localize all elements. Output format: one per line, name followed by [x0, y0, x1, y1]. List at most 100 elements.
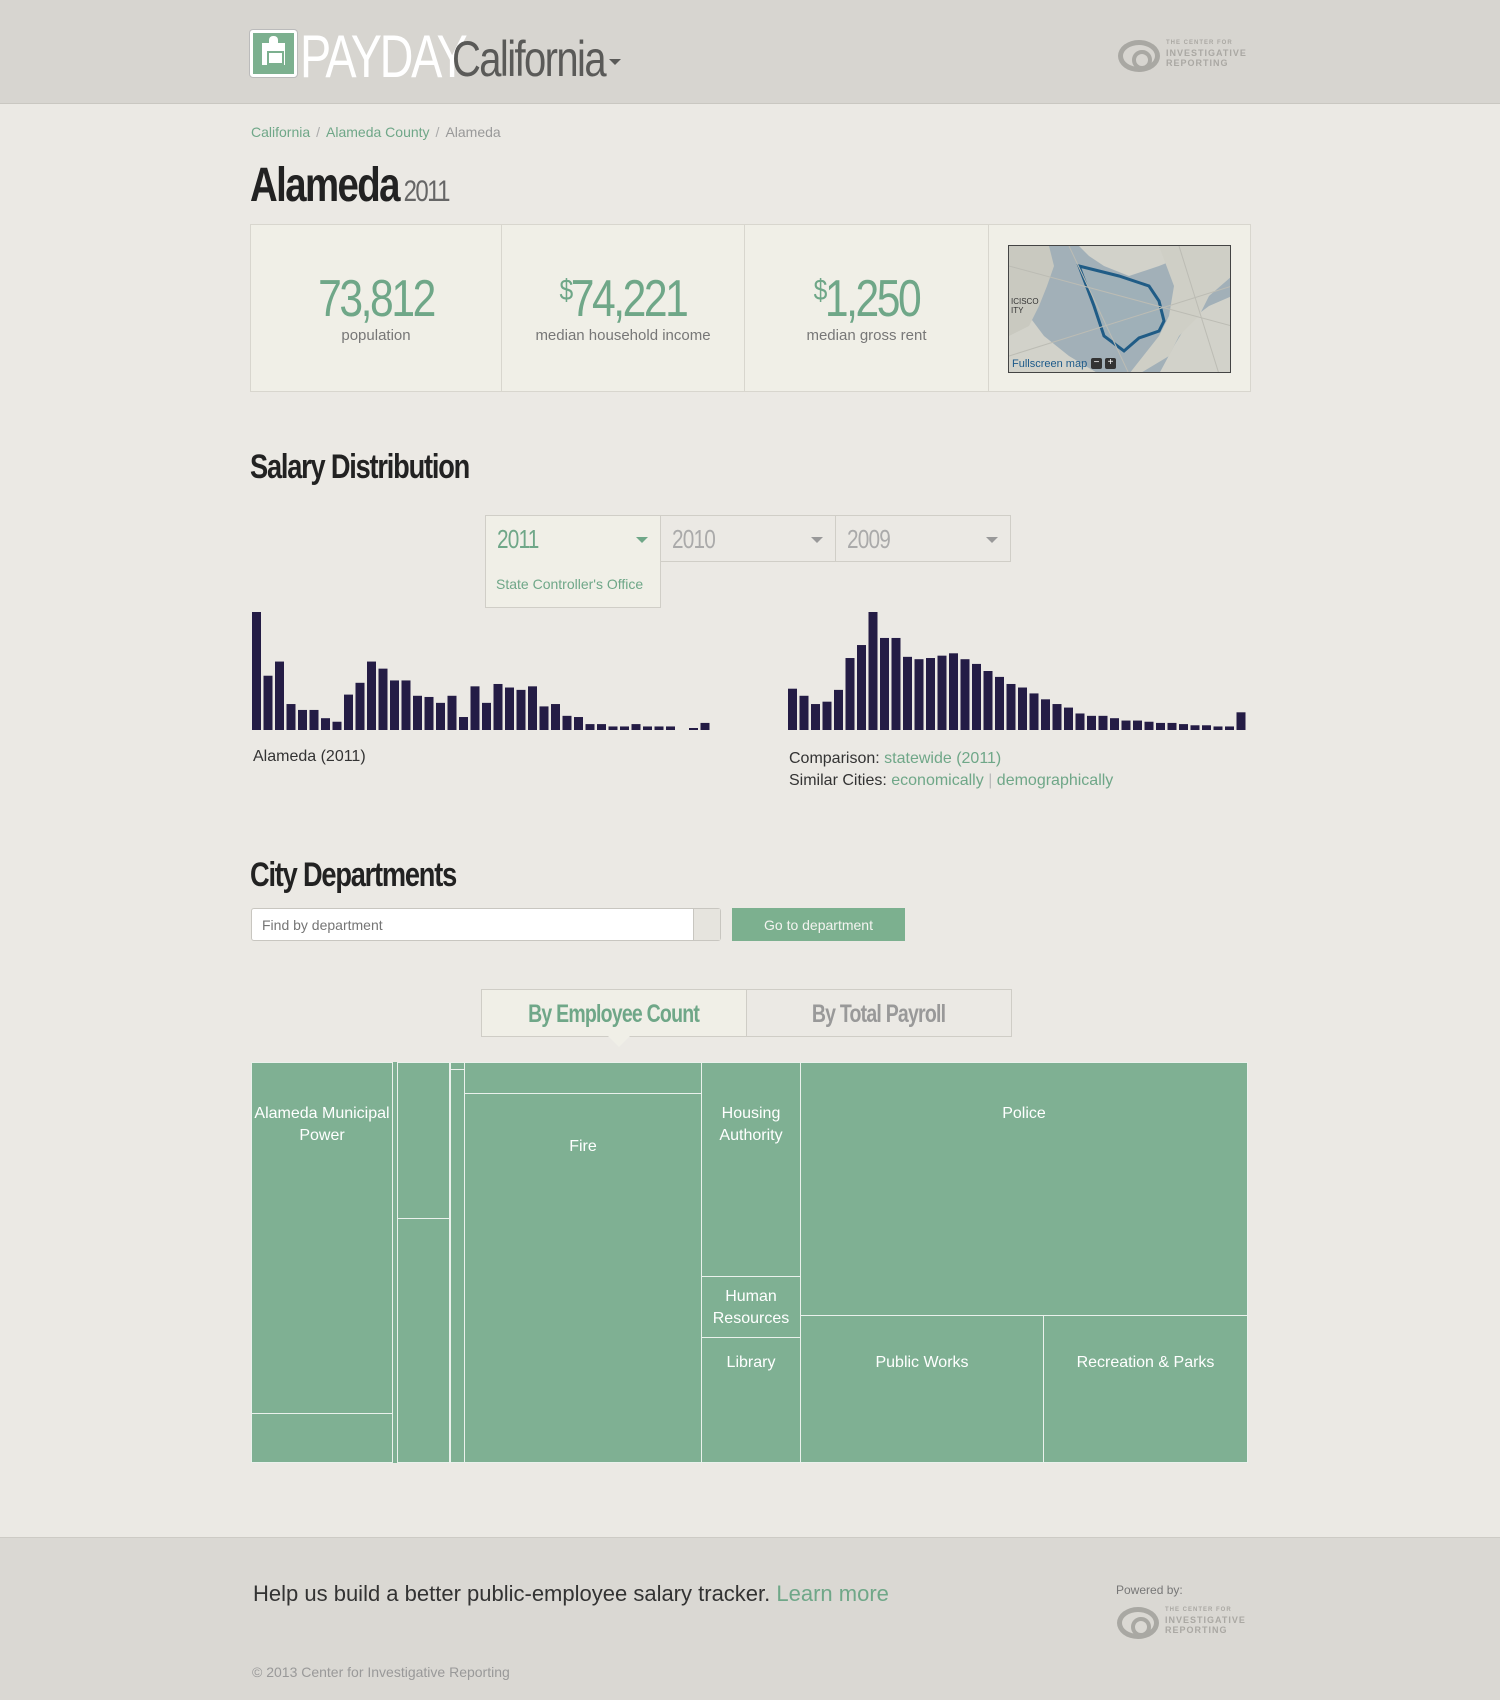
histogram-bar[interactable]: [516, 689, 526, 730]
histogram-bar[interactable]: [1202, 725, 1211, 730]
treemap-cell-public-works[interactable]: Public Works: [800, 1315, 1044, 1463]
histogram-bar[interactable]: [811, 704, 820, 730]
treemap-cell-housing-authority[interactable]: Housing Authority: [701, 1062, 801, 1277]
histogram-bar[interactable]: [834, 689, 843, 730]
treemap-cell-recreation-parks[interactable]: Recreation & Parks: [1043, 1315, 1248, 1463]
histogram-bar[interactable]: [1121, 720, 1131, 730]
learn-more-link[interactable]: Learn more: [776, 1581, 889, 1606]
treemap-cell[interactable]: [397, 1218, 450, 1463]
histogram-bar[interactable]: [960, 659, 970, 730]
histogram-bar[interactable]: [401, 680, 411, 730]
treemap-cell[interactable]: [397, 1062, 450, 1219]
histogram-bar[interactable]: [1225, 726, 1234, 730]
histogram-bar[interactable]: [528, 686, 537, 730]
histogram-bar[interactable]: [1041, 699, 1050, 730]
histogram-bar[interactable]: [459, 717, 468, 730]
histogram-bar[interactable]: [799, 695, 809, 730]
histogram-bar[interactable]: [252, 612, 261, 730]
chevron-down-icon[interactable]: [609, 59, 621, 65]
histogram-bar[interactable]: [972, 663, 981, 730]
brand-name[interactable]: PAYDAY: [300, 22, 468, 91]
histogram-bar[interactable]: [1075, 713, 1085, 730]
histogram-bar[interactable]: [654, 726, 664, 730]
treemap-cell-police[interactable]: Police: [800, 1062, 1248, 1316]
histogram-bar[interactable]: [1179, 724, 1188, 730]
histogram-bar[interactable]: [903, 656, 912, 730]
histogram-bar[interactable]: [470, 686, 480, 730]
histogram-bar[interactable]: [493, 683, 503, 730]
histogram-bar[interactable]: [1110, 718, 1119, 730]
tab-by-total-payroll[interactable]: By Total Payroll: [746, 989, 1012, 1037]
histogram-bar[interactable]: [355, 682, 365, 730]
capitol-logo-icon[interactable]: [250, 30, 297, 77]
histogram-bar[interactable]: [390, 680, 399, 730]
histogram-bar[interactable]: [1018, 687, 1027, 730]
histogram-bar[interactable]: [937, 655, 947, 730]
chevron-down-icon[interactable]: [636, 537, 648, 543]
histogram-bar[interactable]: [1064, 707, 1073, 730]
city-map[interactable]: ICISCO ITY Fullscreen map − +: [1008, 245, 1231, 373]
histogram-bar[interactable]: [1052, 704, 1062, 730]
cir-logo[interactable]: THE CENTER FOR INVESTIGATIVE REPORTING: [1118, 38, 1248, 78]
histogram-bar[interactable]: [845, 658, 855, 730]
histogram-bar[interactable]: [700, 722, 710, 730]
breadcrumb-state[interactable]: California: [251, 124, 310, 140]
histogram-bar[interactable]: [574, 717, 583, 730]
histogram-bar[interactable]: [643, 726, 652, 730]
zoom-in-icon[interactable]: +: [1105, 358, 1116, 369]
department-dropdown-toggle[interactable]: [693, 909, 720, 940]
tab-by-employee-count[interactable]: By Employee Count: [481, 989, 747, 1037]
fullscreen-map-link[interactable]: Fullscreen map: [1012, 358, 1087, 370]
zoom-out-icon[interactable]: −: [1091, 358, 1102, 369]
histogram-bar[interactable]: [666, 726, 675, 730]
histogram-bar[interactable]: [1098, 715, 1108, 730]
histogram-bar[interactable]: [1029, 693, 1039, 730]
histogram-bar[interactable]: [822, 701, 832, 730]
histogram-bar[interactable]: [367, 661, 376, 730]
chevron-down-icon[interactable]: [986, 537, 998, 543]
histogram-bar[interactable]: [631, 724, 641, 730]
treemap-cell-fire[interactable]: Fire: [464, 1093, 702, 1463]
histogram-bar[interactable]: [949, 653, 958, 730]
histogram-bar[interactable]: [539, 706, 549, 730]
histogram-bar[interactable]: [482, 702, 491, 730]
treemap-cell-human-resources[interactable]: Human Resources: [701, 1276, 801, 1338]
histogram-bar[interactable]: [275, 661, 284, 730]
treemap-cell[interactable]: [251, 1413, 393, 1463]
histogram-bar[interactable]: [286, 704, 296, 730]
histogram-bar[interactable]: [562, 715, 572, 730]
similar-economically-link[interactable]: economically: [891, 772, 983, 789]
similar-demographically-link[interactable]: demographically: [997, 772, 1114, 789]
histogram-bar[interactable]: [551, 704, 560, 730]
histogram-bar[interactable]: [344, 694, 353, 730]
year-tab-2009[interactable]: 2009: [835, 515, 1011, 562]
histogram-bar[interactable]: [597, 724, 606, 730]
treemap-cell[interactable]: [450, 1069, 465, 1463]
go-to-department-button[interactable]: Go to department: [732, 908, 905, 941]
histogram-bar[interactable]: [880, 637, 889, 730]
histogram-bar[interactable]: [1133, 720, 1142, 730]
histogram-bar[interactable]: [1156, 722, 1165, 730]
histogram-bar[interactable]: [413, 695, 422, 730]
state-selector[interactable]: California: [452, 30, 607, 88]
histogram-bar[interactable]: [505, 687, 514, 730]
treemap-cell-alameda-municipal-power[interactable]: Alameda Municipal Power: [251, 1062, 393, 1414]
histogram-bar[interactable]: [1144, 721, 1154, 730]
histogram-bar[interactable]: [447, 695, 457, 730]
histogram-bar[interactable]: [926, 658, 935, 730]
comparison-statewide-link[interactable]: statewide (2011): [884, 750, 1001, 767]
histogram-bar[interactable]: [868, 612, 878, 730]
year-tab-2011[interactable]: 2011 State Controller's Office: [485, 515, 661, 608]
treemap-cell-library[interactable]: Library: [701, 1337, 801, 1463]
year-tab-2010[interactable]: 2010: [660, 515, 836, 562]
histogram-bar[interactable]: [321, 718, 330, 730]
histogram-bar[interactable]: [1087, 715, 1096, 730]
histogram-bar[interactable]: [983, 671, 993, 730]
histogram-bar[interactable]: [995, 676, 1004, 730]
histogram-bar[interactable]: [309, 709, 319, 730]
data-source-link[interactable]: State Controller's Office: [496, 576, 643, 592]
histogram-bar[interactable]: [857, 645, 866, 730]
histogram-bar[interactable]: [1236, 712, 1246, 730]
histogram-bar[interactable]: [914, 659, 924, 730]
cir-footer-logo[interactable]: THE CENTER FOR INVESTIGATIVE REPORTING: [1117, 1605, 1247, 1645]
